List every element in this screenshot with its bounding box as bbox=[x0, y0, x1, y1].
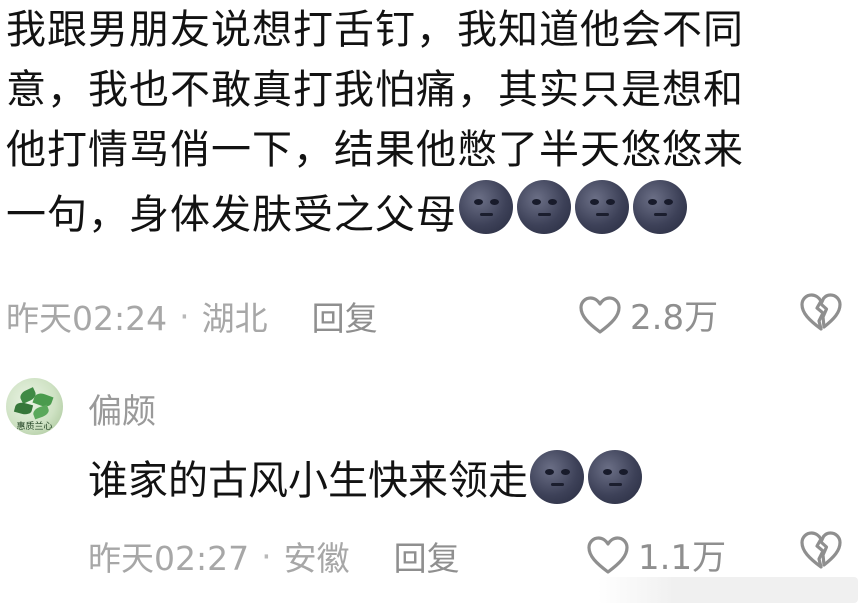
comment-line-1: 我跟男朋友说想打舌钉，我知道他会不同 bbox=[6, 7, 744, 53]
reply-time: 昨天02:27 bbox=[88, 539, 250, 578]
reply-location: 安徽 bbox=[283, 539, 350, 578]
new-moon-face-emoji-icon bbox=[530, 450, 584, 504]
meta-separator: · bbox=[261, 536, 272, 576]
new-moon-face-emoji-icon bbox=[575, 180, 629, 234]
reply-meta: 昨天02:27 · 安徽 回复 bbox=[88, 532, 460, 580]
username[interactable]: 偏颇 bbox=[88, 384, 156, 433]
like-count: 2.8万 bbox=[630, 298, 719, 338]
meta-separator: · bbox=[179, 296, 190, 336]
new-moon-face-emoji-icon bbox=[459, 180, 513, 234]
reply-button[interactable]: 回复 bbox=[312, 292, 378, 340]
comment-body: 我跟男朋友说想打舌钉，我知道他会不同 意，我也不敢真打我怕痛，其实只是想和 他打… bbox=[6, 0, 856, 245]
heart-outline-icon[interactable] bbox=[586, 535, 630, 575]
broken-heart-icon[interactable] bbox=[798, 530, 844, 570]
broken-heart-icon[interactable] bbox=[798, 292, 844, 332]
comment-line-2: 意，我也不敢真打我怕痛，其实只是想和 bbox=[6, 67, 744, 113]
like-button[interactable]: 1.1万 bbox=[586, 530, 726, 579]
watermark bbox=[598, 577, 858, 603]
avatar[interactable]: 惠质兰心 bbox=[6, 378, 63, 435]
comment-location: 湖北 bbox=[201, 299, 268, 338]
comment-time: 昨天02:24 bbox=[6, 299, 168, 338]
reply-comment-body: 谁家的古风小生快来领走 bbox=[88, 448, 642, 506]
comment-meta: 昨天02:24 · 湖北 回复 bbox=[6, 292, 378, 340]
reply-emoji-group bbox=[530, 450, 642, 504]
like-count: 1.1万 bbox=[638, 538, 727, 578]
new-moon-face-emoji-icon bbox=[633, 180, 687, 234]
avatar-caption: 惠质兰心 bbox=[16, 422, 53, 432]
heart-outline-icon[interactable] bbox=[578, 295, 622, 335]
new-moon-face-emoji-icon bbox=[517, 180, 571, 234]
like-button[interactable]: 2.8万 bbox=[578, 290, 718, 339]
main-comment: 我跟男朋友说想打舌钉，我知道他会不同 意，我也不敢真打我怕痛，其实只是想和 他打… bbox=[6, 0, 856, 245]
dislike-button[interactable] bbox=[798, 292, 844, 336]
reply-button[interactable]: 回复 bbox=[394, 532, 460, 580]
comment-line-4: 一句，身体发肤受之父母 bbox=[6, 192, 457, 238]
new-moon-face-emoji-icon bbox=[588, 450, 642, 504]
emoji-group bbox=[459, 180, 687, 234]
reply-text: 谁家的古风小生快来领走 bbox=[88, 458, 528, 504]
dislike-button[interactable] bbox=[798, 530, 844, 574]
comment-line-3: 他打情骂俏一下，结果他憋了半天悠悠来 bbox=[6, 127, 744, 173]
